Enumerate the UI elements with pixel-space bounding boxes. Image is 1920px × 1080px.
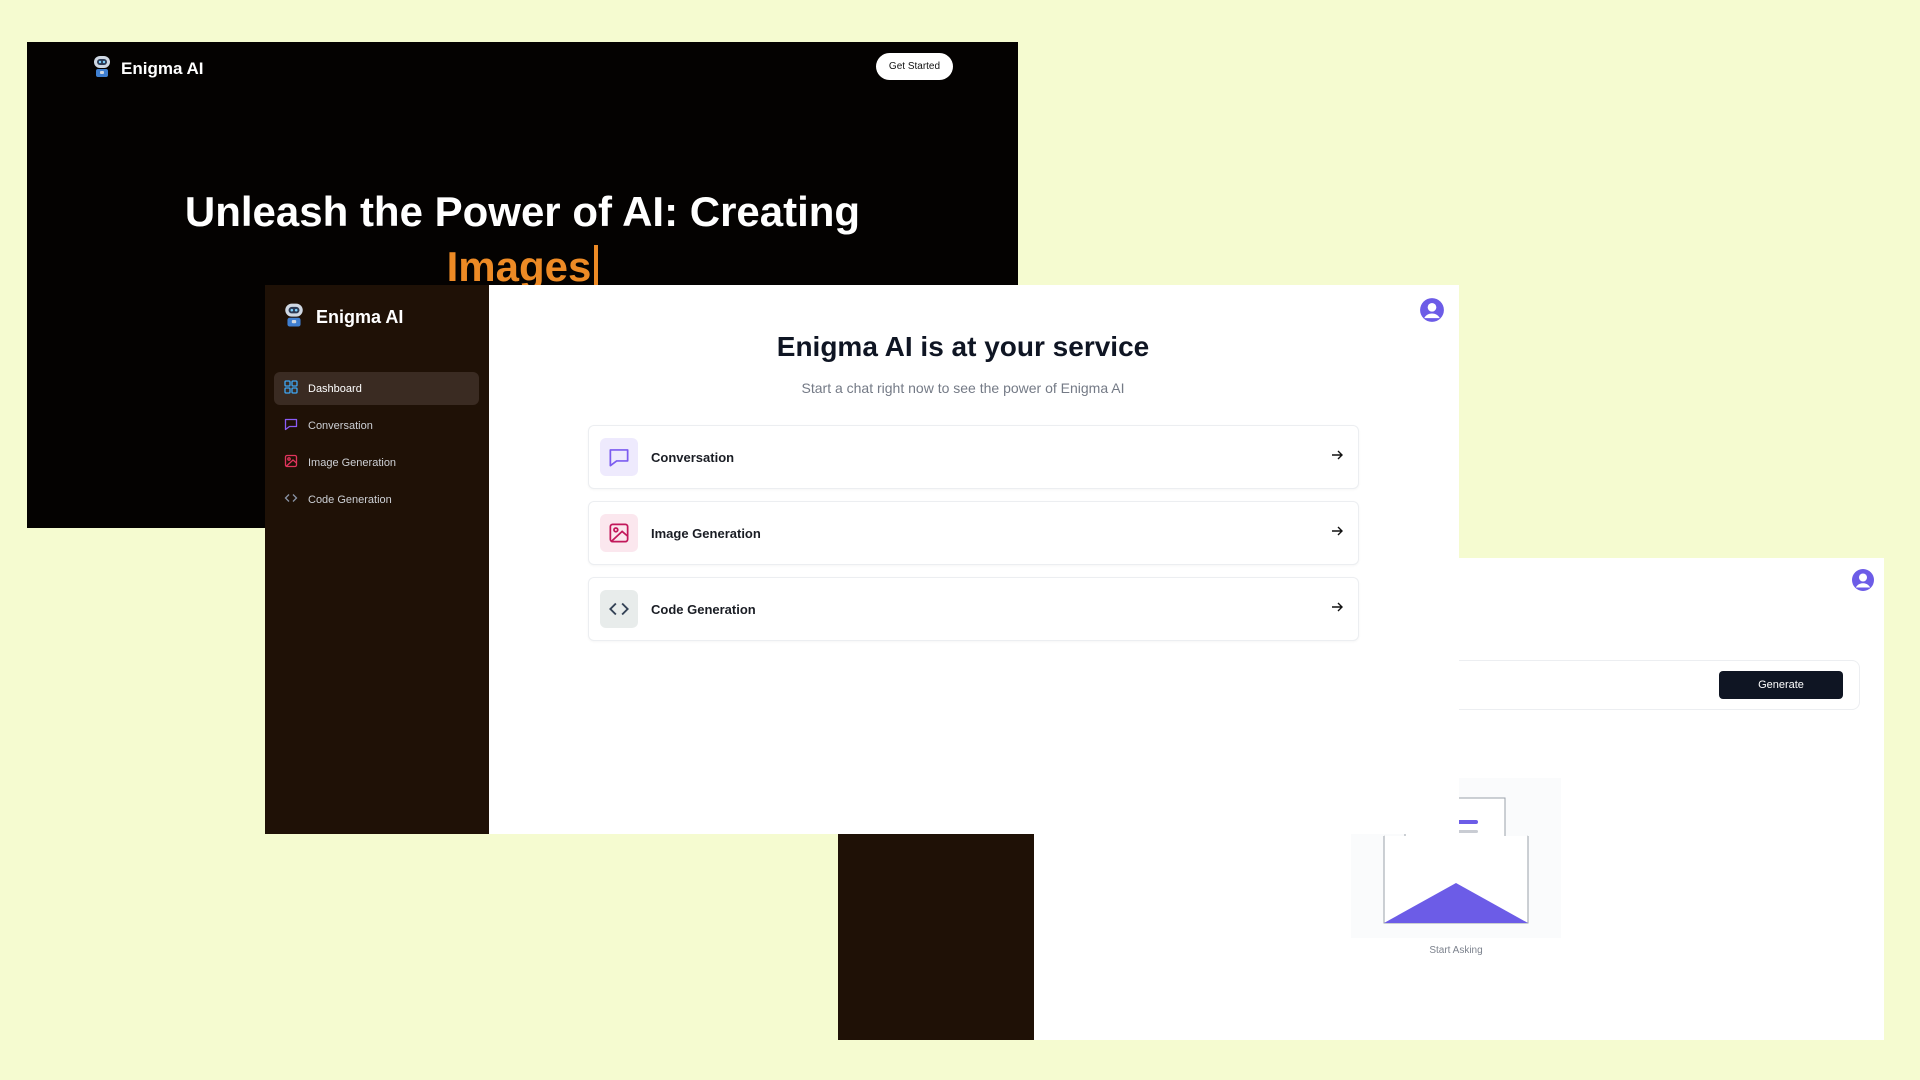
page-title: Enigma AI is at your service [776,331,1150,362]
sidebar-item-dashboard[interactable]: Dashboard [274,372,479,405]
arrow-right-icon [1330,448,1344,467]
code-icon [284,491,298,508]
image-icon [284,454,298,471]
hero-title: Unleash the Power of AI: Creating [184,188,861,235]
sidebar: Enigma AI Dashboard Conversation Image G… [265,285,489,834]
sidebar-item-label: Image Generation [308,456,397,469]
robot-logo-icon [91,54,113,83]
dashboard-screen: Enigma AI Dashboard Conversation Image G… [265,285,1459,834]
hero: Unleash the Power of AI: Creating Images [27,184,1018,294]
sidebar-fragment [838,834,1034,1040]
sidebar-item-conversation[interactable]: Conversation [274,409,479,442]
card-label: Image Generation [651,525,761,541]
code-icon [600,590,638,628]
card-conversation[interactable]: Conversation [588,425,1359,489]
user-avatar-icon[interactable] [1851,568,1875,597]
card-label: Code Generation [651,601,756,617]
sidebar-brand[interactable]: Enigma AI [282,301,403,333]
landing-brand[interactable]: Enigma AI [91,54,204,83]
get-started-button[interactable]: Get Started [876,53,953,80]
sidebar-item-code-generation[interactable]: Code Generation [274,483,479,516]
sidebar-item-image-generation[interactable]: Image Generation [274,446,479,479]
sidebar-item-label: Code Generation [308,493,392,506]
arrow-right-icon [1330,600,1344,619]
generate-button[interactable]: Generate [1719,671,1843,699]
sidebar-nav: Dashboard Conversation Image Generation … [274,372,479,520]
sidebar-item-label: Dashboard [308,382,362,395]
image-icon [600,514,638,552]
page-subtitle: Start a chat right now to see the power … [801,380,1125,396]
arrow-right-icon [1330,524,1344,543]
typing-cursor [594,245,599,287]
brand-name: Enigma AI [121,58,204,78]
message-square-icon [600,438,638,476]
tool-cards: Conversation Image Generation Code Gener… [588,425,1359,653]
sidebar-brand-name: Enigma AI [316,306,404,327]
layout-grid-icon [284,380,298,397]
robot-logo-icon [282,301,306,333]
user-avatar-icon[interactable] [1419,297,1445,328]
hero-accent-word: Images [446,243,592,290]
card-code-generation[interactable]: Code Generation [588,577,1359,641]
message-square-icon [284,417,298,434]
card-label: Conversation [651,449,735,465]
card-image-generation[interactable]: Image Generation [588,501,1359,565]
empty-state-label: Start Asking [1429,945,1483,956]
sidebar-item-label: Conversation [308,419,373,432]
